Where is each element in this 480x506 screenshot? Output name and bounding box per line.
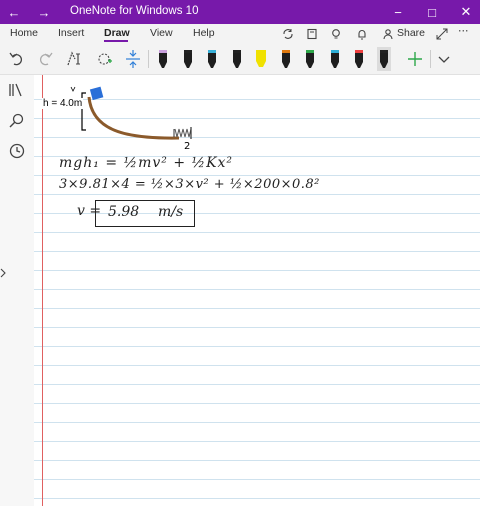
pen-selected[interactable] — [376, 47, 391, 71]
result-box: 5.98 m/s — [95, 200, 195, 227]
tab-help[interactable]: Help — [193, 27, 215, 39]
block — [89, 86, 104, 101]
height-label: h = 4.0m — [42, 98, 84, 109]
pen-6[interactable] — [279, 47, 293, 71]
ribbon-tabs: Home Insert Draw View Help Share ⋯ — [0, 24, 480, 44]
pen-1[interactable] — [156, 47, 170, 71]
title-bar: ← → OneNote for Windows 10 − □ ✕ — [0, 0, 480, 24]
expand-icon[interactable] — [436, 28, 448, 40]
more-icon[interactable]: ⋯ — [458, 25, 469, 37]
pen-2[interactable] — [181, 47, 195, 71]
forward-arrow-icon[interactable]: → — [32, 0, 56, 24]
equation-energy: mgh₁ = ½mv² + ½Kx² — [59, 155, 234, 171]
lasso-select-icon[interactable] — [66, 47, 84, 71]
notebooks-icon[interactable] — [8, 81, 26, 99]
pen-3[interactable] — [205, 47, 219, 71]
lightbulb-icon[interactable] — [330, 28, 342, 40]
chevron-down-icon[interactable] — [436, 47, 452, 71]
notebook-icon[interactable] — [306, 28, 318, 40]
insert-space-icon[interactable] — [124, 47, 142, 71]
navigation-sidebar — [0, 75, 34, 506]
point-label: 2 — [184, 141, 191, 152]
sync-icon[interactable] — [282, 28, 294, 40]
undo-icon[interactable] — [8, 47, 26, 71]
arrow-mark — [70, 86, 76, 92]
maximize-icon[interactable]: □ — [420, 0, 444, 24]
result-value: 5.98 — [108, 204, 140, 220]
result-unit: m/s — [158, 204, 184, 220]
bell-icon[interactable] — [356, 28, 368, 40]
pen-4[interactable] — [230, 47, 244, 71]
spring-diagram — [70, 86, 192, 140]
tab-view[interactable]: View — [150, 27, 173, 39]
note-page[interactable]: h = 4.0m 2 mgh₁ = ½mv² + ½Kx² 3×9.81×4 =… — [34, 75, 480, 506]
window-title: OneNote for Windows 10 — [70, 5, 199, 17]
pen-7[interactable] — [303, 47, 317, 71]
add-pen-icon[interactable] — [406, 47, 424, 71]
tab-draw[interactable]: Draw — [104, 27, 130, 39]
tab-insert[interactable]: Insert — [58, 27, 84, 39]
toolbar-divider — [430, 50, 431, 68]
minimize-icon[interactable]: − — [386, 0, 410, 24]
search-icon[interactable] — [8, 112, 26, 130]
close-icon[interactable]: ✕ — [454, 0, 478, 24]
recent-icon[interactable] — [8, 142, 26, 160]
tab-home[interactable]: Home — [10, 27, 38, 39]
curved-ramp — [87, 96, 180, 140]
back-arrow-icon[interactable]: ← — [2, 0, 26, 24]
share-button[interactable]: Share — [397, 27, 425, 39]
equation-substituted: 3×9.81×4 = ½×3×v² + ½×200×0.8² — [59, 177, 320, 192]
share-icon[interactable] — [382, 28, 394, 40]
chevron-right-icon[interactable] — [0, 268, 6, 278]
draw-toolbar — [0, 44, 480, 75]
pen-5[interactable] — [254, 47, 268, 71]
add-space-icon[interactable] — [96, 47, 114, 71]
redo-icon[interactable] — [36, 47, 54, 71]
pen-9[interactable] — [352, 47, 366, 71]
pen-8[interactable] — [328, 47, 342, 71]
toolbar-divider — [148, 50, 149, 68]
active-tab-indicator — [104, 40, 128, 42]
